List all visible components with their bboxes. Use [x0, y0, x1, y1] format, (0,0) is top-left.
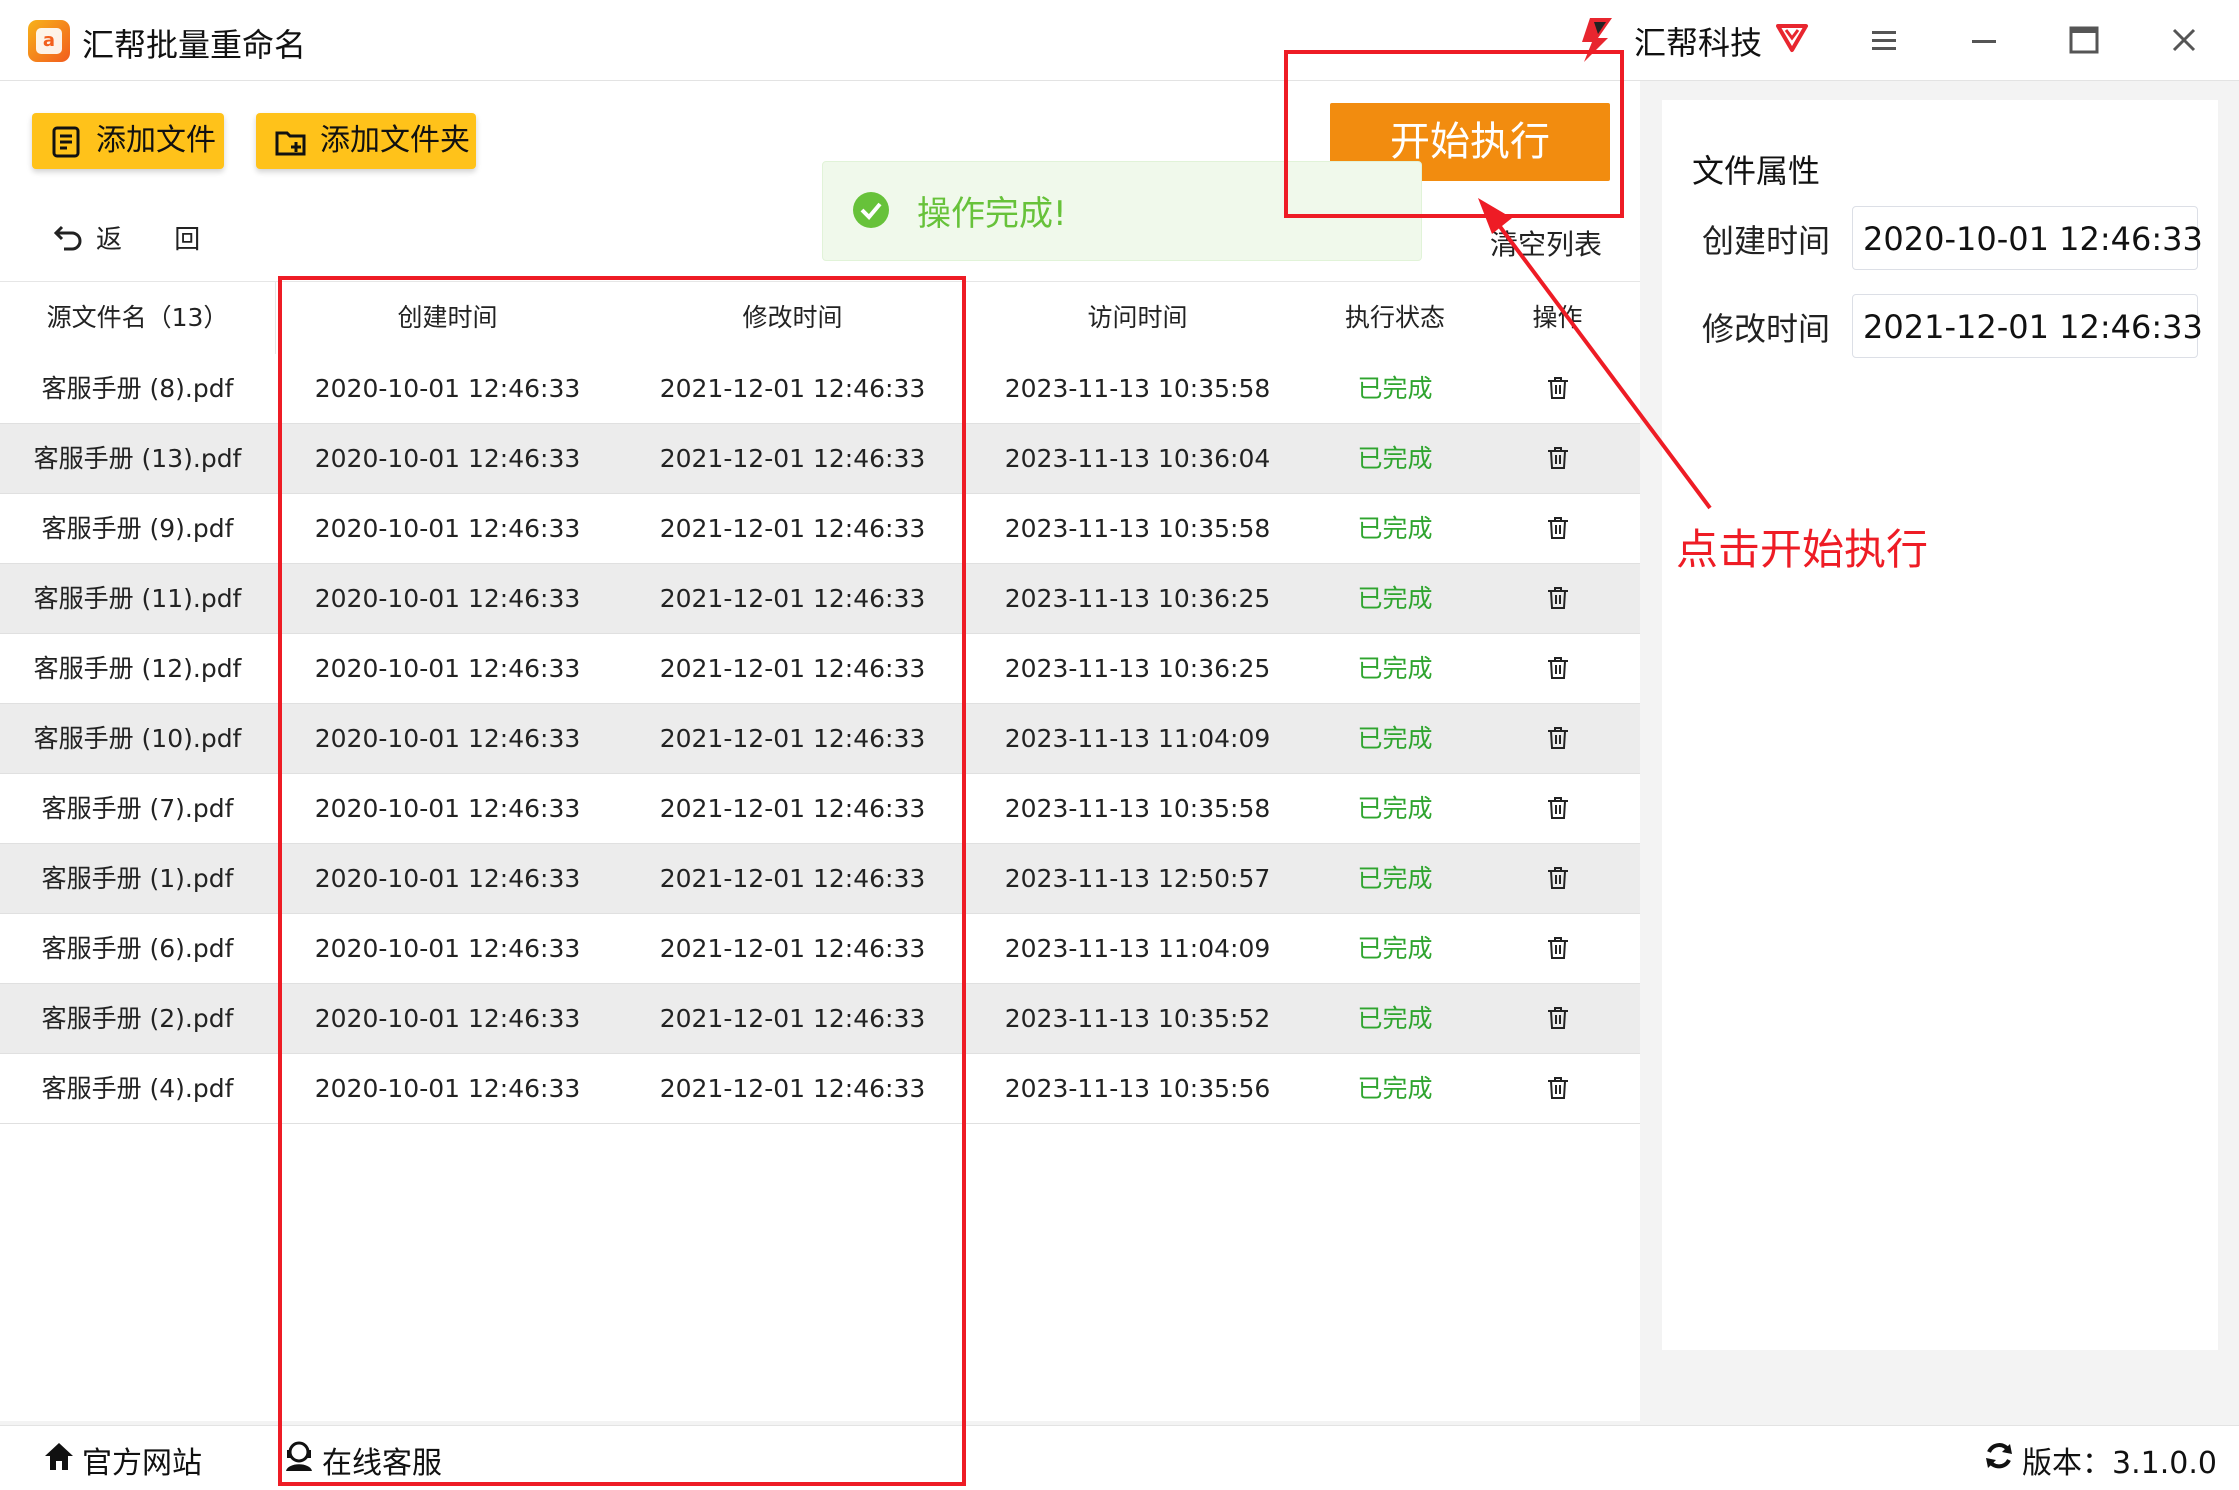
trash-icon: [1547, 797, 1568, 819]
cell-accessed: 2023-11-13 10:36:04: [1004, 444, 1271, 473]
add-file-label: 添加文件: [96, 123, 216, 158]
back-label: 返 回: [96, 225, 223, 255]
check-circle-icon: [853, 192, 889, 228]
col-header-actions: 操作: [1532, 303, 1583, 332]
cell-status: 已完成: [1357, 1074, 1433, 1103]
col-header-status[interactable]: 执行状态: [1310, 282, 1480, 354]
delete-row-button[interactable]: [1480, 844, 1635, 913]
modified-time-label: 修改时间: [1702, 310, 1831, 348]
trash-icon: [1547, 377, 1568, 399]
delete-row-button[interactable]: [1480, 1054, 1635, 1123]
trash-icon: [1547, 727, 1568, 749]
trash-icon: [1547, 1077, 1568, 1099]
cell-name: 客服手册 (12).pdf: [33, 654, 242, 683]
close-icon[interactable]: [2162, 18, 2206, 62]
modified-time-field[interactable]: 2021-12-01 12:46:33: [1852, 294, 2203, 358]
delete-row-button[interactable]: [1480, 494, 1635, 563]
annotation-text: 点击开始执行: [1676, 525, 1929, 574]
cell-status: 已完成: [1357, 584, 1433, 613]
delete-row-button[interactable]: [1480, 704, 1635, 773]
cell-accessed: 2023-11-13 10:35:58: [1004, 374, 1271, 403]
cell-name: 客服手册 (9).pdf: [41, 514, 234, 543]
cell-status: 已完成: [1357, 1004, 1433, 1033]
cell-name: 客服手册 (7).pdf: [41, 794, 234, 823]
back-arrow-icon: [53, 225, 82, 251]
cell-accessed: 2023-11-13 10:36:25: [1004, 584, 1271, 613]
version-label: 版本：3.1.0.0: [2022, 1446, 2217, 1481]
trash-icon: [1547, 447, 1568, 469]
trash-icon: [1547, 587, 1568, 609]
cell-accessed: 2023-11-13 10:35:56: [1004, 1074, 1271, 1103]
highlight-box-start: [1284, 50, 1624, 218]
maximize-icon[interactable]: [2062, 18, 2106, 62]
delete-row-button[interactable]: [1480, 914, 1635, 983]
cell-name: 客服手册 (1).pdf: [41, 864, 234, 893]
cell-status: 已完成: [1357, 724, 1433, 753]
panel-title: 文件属性: [1692, 152, 1821, 190]
minimize-icon[interactable]: [1962, 18, 2006, 62]
cell-status: 已完成: [1357, 794, 1433, 823]
cell-status: 已完成: [1357, 654, 1433, 683]
cell-accessed: 2023-11-13 10:35:58: [1004, 794, 1271, 823]
cell-status: 已完成: [1357, 374, 1433, 403]
cell-accessed: 2023-11-13 11:04:09: [1004, 934, 1271, 963]
brand-name: 汇帮科技: [1634, 24, 1763, 62]
cell-accessed: 2023-11-13 10:35:52: [1004, 1004, 1271, 1033]
toast-message: 操作完成!: [917, 194, 1067, 234]
delete-row-button[interactable]: [1480, 634, 1635, 703]
trash-icon: [1547, 867, 1568, 889]
add-folder-icon: [275, 131, 306, 156]
highlight-box-time-columns: [278, 276, 966, 1486]
menu-icon[interactable]: [1862, 18, 1906, 62]
cell-accessed: 2023-11-13 10:36:25: [1004, 654, 1271, 683]
file-properties-panel: 文件属性 创建时间 2020-10-01 12:46:33 修改时间 2021-…: [1662, 100, 2218, 1350]
title-bar: a 汇帮批量重命名 汇帮科技: [0, 0, 2239, 81]
col-header-accessed[interactable]: 访问时间: [965, 282, 1310, 354]
home-icon: [45, 1443, 73, 1470]
cell-status: 已完成: [1357, 444, 1433, 473]
delete-row-button[interactable]: [1480, 424, 1635, 493]
add-folder-label: 添加文件夹: [320, 123, 470, 158]
cell-accessed: 2023-11-13 10:35:58: [1004, 514, 1271, 543]
trash-icon: [1547, 517, 1568, 539]
cell-name: 客服手册 (4).pdf: [41, 1074, 234, 1103]
vip-diamond-icon[interactable]: [1774, 18, 1810, 54]
delete-row-button[interactable]: [1480, 984, 1635, 1053]
official-website-label: 官方网站: [82, 1446, 202, 1481]
refresh-icon: [1986, 1443, 2012, 1469]
cell-status: 已完成: [1357, 934, 1433, 963]
cell-accessed: 2023-11-13 11:04:09: [1004, 724, 1271, 753]
cell-name: 客服手册 (8).pdf: [41, 374, 234, 403]
cell-status: 已完成: [1357, 514, 1433, 543]
cell-status: 已完成: [1357, 864, 1433, 893]
trash-icon: [1547, 657, 1568, 679]
delete-row-button[interactable]: [1480, 564, 1635, 633]
cell-accessed: 2023-11-13 12:50:57: [1004, 864, 1271, 893]
created-time-field[interactable]: 2020-10-01 12:46:33: [1852, 206, 2203, 270]
cell-name: 客服手册 (2).pdf: [41, 1004, 234, 1033]
app-title: 汇帮批量重命名: [82, 26, 307, 64]
cell-name: 客服手册 (10).pdf: [33, 724, 242, 753]
clear-list-button[interactable]: 清空列表: [1490, 223, 1602, 263]
add-file-icon: [52, 126, 80, 158]
cell-name: 客服手册 (6).pdf: [41, 934, 234, 963]
add-file-button[interactable]: 添加文件: [32, 113, 224, 169]
cell-name: 客服手册 (11).pdf: [33, 584, 242, 613]
delete-row-button[interactable]: [1480, 774, 1635, 843]
app-logo-icon: a: [28, 20, 70, 62]
trash-icon: [1547, 1007, 1568, 1029]
trash-icon: [1547, 937, 1568, 959]
cell-name: 客服手册 (13).pdf: [33, 444, 242, 473]
col-header-name[interactable]: 源文件名（13）: [0, 282, 275, 354]
add-folder-button[interactable]: 添加文件夹: [256, 113, 476, 169]
delete-row-button[interactable]: [1480, 354, 1635, 423]
created-time-label: 创建时间: [1702, 222, 1831, 260]
